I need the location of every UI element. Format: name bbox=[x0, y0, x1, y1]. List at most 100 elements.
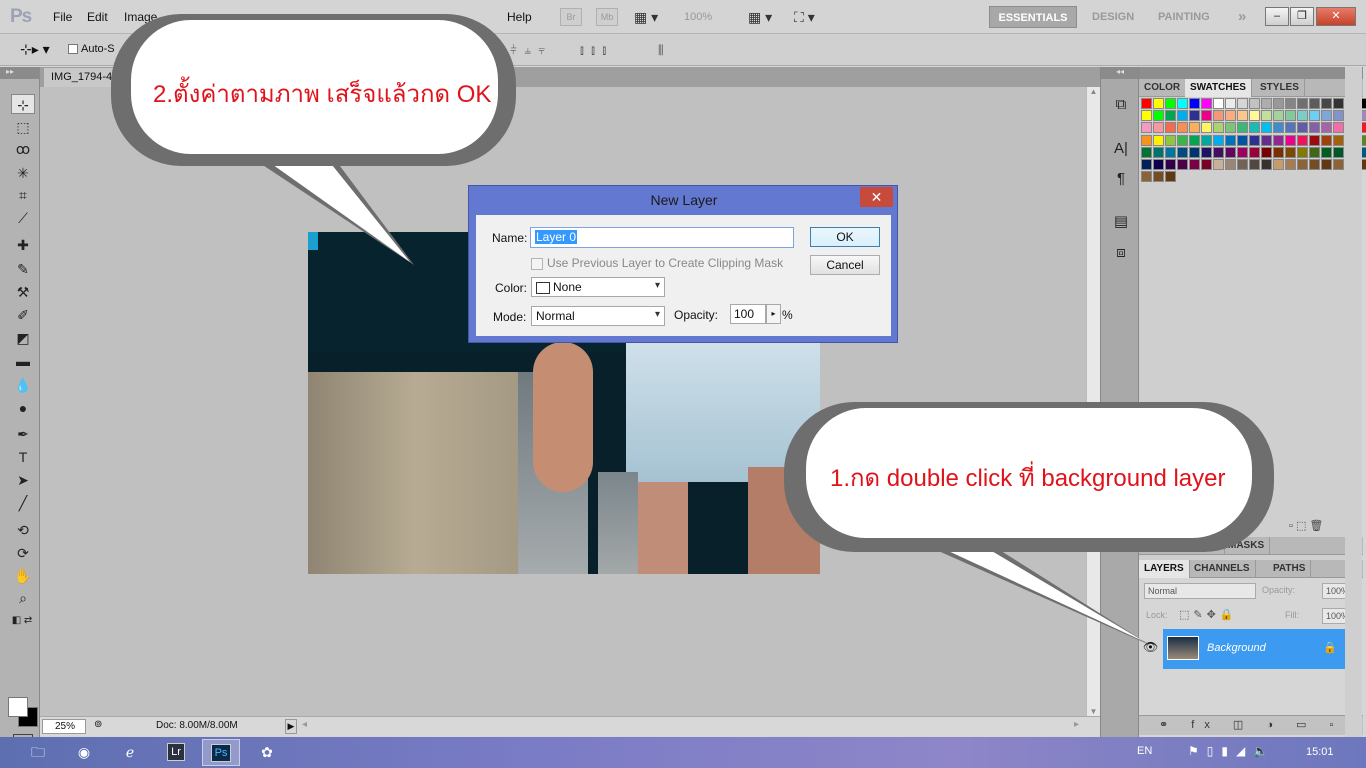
panels-scrollbar[interactable] bbox=[1345, 67, 1362, 737]
color-swatch[interactable] bbox=[1249, 146, 1260, 158]
brush-tool-icon[interactable]: ✎ bbox=[11, 259, 35, 279]
taskbar-app-icon[interactable]: ✿ bbox=[248, 739, 286, 766]
input-language[interactable]: EN bbox=[1137, 745, 1152, 757]
history-brush-tool-icon[interactable]: ✐ bbox=[11, 305, 35, 325]
color-swatch[interactable] bbox=[1177, 134, 1188, 146]
color-swatch[interactable] bbox=[1201, 134, 1212, 146]
layers-footer-icons[interactable]: ⚭ fx ◫ ◑ ▭ ▫ 🗑 bbox=[1139, 715, 1363, 750]
color-swatch[interactable] bbox=[1225, 110, 1236, 122]
character-panel-icon[interactable]: A| bbox=[1110, 139, 1132, 159]
color-swatch[interactable] bbox=[1189, 134, 1200, 146]
color-swatch[interactable] bbox=[1141, 110, 1152, 122]
color-swatch[interactable] bbox=[1237, 146, 1248, 158]
color-swatch[interactable] bbox=[1237, 110, 1248, 122]
color-swatch[interactable] bbox=[1237, 122, 1248, 134]
color-swatch[interactable] bbox=[1261, 134, 1272, 146]
path-selection-tool-icon[interactable]: ➤ bbox=[11, 470, 35, 490]
color-swatch[interactable] bbox=[1309, 98, 1320, 109]
color-swatch[interactable] bbox=[1297, 110, 1308, 122]
color-swatch[interactable] bbox=[1213, 159, 1224, 170]
color-swatch[interactable] bbox=[1309, 146, 1320, 158]
color-swatch[interactable] bbox=[1153, 122, 1164, 134]
taskbar-explorer-icon[interactable]: 🗀 bbox=[19, 739, 57, 766]
menu-edit[interactable]: Edit bbox=[87, 10, 108, 24]
color-swatch[interactable] bbox=[1249, 98, 1260, 109]
tab-styles[interactable]: STYLES bbox=[1255, 79, 1305, 97]
screen-mode-icon[interactable]: ⛶ ▾ bbox=[794, 9, 815, 26]
color-swatch[interactable] bbox=[1141, 171, 1152, 183]
blur-tool-icon[interactable]: 💧 bbox=[11, 375, 35, 395]
line-tool-icon[interactable]: ╱ bbox=[11, 493, 35, 513]
color-swatch[interactable] bbox=[1165, 159, 1176, 170]
view-extras-icon[interactable]: ▦ ▾ bbox=[634, 9, 658, 26]
color-swatch[interactable] bbox=[1165, 134, 1176, 146]
swap-colors-icon[interactable]: ◧ ⇄ bbox=[4, 611, 40, 631]
color-swatch[interactable] bbox=[1153, 146, 1164, 158]
color-swatch[interactable] bbox=[1189, 110, 1200, 122]
color-swatch[interactable] bbox=[1201, 110, 1212, 122]
restore-button[interactable]: ❐ bbox=[1290, 7, 1314, 26]
color-swatch[interactable] bbox=[1333, 122, 1344, 134]
color-swatch[interactable] bbox=[1201, 122, 1212, 134]
taskbar-chrome-icon[interactable]: ◉ bbox=[65, 739, 103, 766]
taskbar-ie-icon[interactable]: ℯ bbox=[111, 739, 149, 766]
scroll-right-icon[interactable]: ▸ bbox=[1074, 719, 1079, 730]
color-swatch[interactable] bbox=[1321, 110, 1332, 122]
color-swatch[interactable] bbox=[1141, 146, 1152, 158]
color-swatch[interactable] bbox=[1153, 159, 1164, 170]
layer-name-input[interactable]: Layer 0 bbox=[530, 227, 794, 248]
tab-layers[interactable]: LAYERS bbox=[1139, 560, 1190, 578]
color-swatch[interactable] bbox=[1333, 146, 1344, 158]
bridge-button[interactable]: Br bbox=[560, 8, 582, 26]
taskbar-clock[interactable]: 15:01 bbox=[1306, 746, 1334, 758]
tab-channels[interactable]: CHANNELS bbox=[1189, 560, 1256, 578]
color-swatch[interactable] bbox=[1321, 159, 1332, 170]
color-swatch[interactable] bbox=[1165, 110, 1176, 122]
color-swatch[interactable] bbox=[1189, 146, 1200, 158]
color-swatch[interactable] bbox=[1273, 159, 1284, 170]
color-swatch[interactable] bbox=[1141, 134, 1152, 146]
opacity-slider-arrow-icon[interactable]: ▸ bbox=[766, 304, 781, 324]
scroll-up-icon[interactable]: ▲ bbox=[1087, 87, 1100, 96]
color-swatch[interactable] bbox=[1177, 110, 1188, 122]
dock-collapse-icon[interactable]: ◂◂ bbox=[1101, 67, 1139, 79]
ok-button[interactable]: OK bbox=[810, 227, 880, 247]
color-swatch[interactable] bbox=[1297, 146, 1308, 158]
3d-rotate-tool-icon[interactable]: ⟲ bbox=[11, 520, 35, 540]
color-swatch[interactable] bbox=[1201, 146, 1212, 158]
color-swatch[interactable] bbox=[1333, 110, 1344, 122]
mini-bridge-button[interactable]: Mb bbox=[596, 8, 618, 26]
workspace-design[interactable]: DESIGN bbox=[1086, 6, 1140, 28]
color-swatch[interactable] bbox=[1237, 134, 1248, 146]
info-panel-icon[interactable]: ▤ bbox=[1110, 212, 1132, 232]
opacity-input[interactable]: 100 bbox=[730, 304, 766, 324]
color-swatch[interactable] bbox=[1297, 122, 1308, 134]
color-swatch[interactable] bbox=[1285, 122, 1296, 134]
color-swatch[interactable] bbox=[1261, 146, 1272, 158]
scroll-down-icon[interactable]: ▼ bbox=[1087, 707, 1100, 716]
color-swatch[interactable] bbox=[1189, 122, 1200, 134]
color-swatch[interactable] bbox=[1321, 146, 1332, 158]
system-tray-icons[interactable]: ⚑▯▮◢🔈 bbox=[1188, 744, 1276, 758]
move-tool-icon[interactable]: ⊹ bbox=[11, 94, 35, 114]
zoom-field[interactable]: 25% bbox=[42, 719, 86, 734]
color-swatch[interactable] bbox=[1321, 122, 1332, 134]
color-swatch[interactable] bbox=[1261, 122, 1272, 134]
color-swatch[interactable] bbox=[1141, 159, 1152, 170]
taskbar-lightroom-icon[interactable]: Lr bbox=[157, 739, 195, 766]
color-select[interactable]: None ▾ bbox=[531, 277, 665, 297]
panel-collapse-strip[interactable] bbox=[1139, 67, 1363, 79]
color-swatch[interactable] bbox=[1141, 122, 1152, 134]
color-swatch[interactable] bbox=[1261, 110, 1272, 122]
blend-mode-select[interactable]: Normal bbox=[1144, 583, 1256, 599]
paragraph-panel-icon[interactable]: ¶ bbox=[1110, 169, 1132, 189]
color-swatch[interactable] bbox=[1309, 159, 1320, 170]
color-swatch[interactable] bbox=[1333, 159, 1344, 170]
color-swatch[interactable] bbox=[1261, 159, 1272, 170]
color-swatch[interactable] bbox=[1273, 122, 1284, 134]
proof-icon[interactable]: ⊚ bbox=[94, 719, 102, 730]
foreground-color-swatch[interactable] bbox=[8, 697, 28, 717]
color-swatch[interactable] bbox=[1297, 134, 1308, 146]
cancel-button[interactable]: Cancel bbox=[810, 255, 880, 275]
history-panel-icon[interactable]: ⧉ bbox=[1110, 95, 1132, 115]
